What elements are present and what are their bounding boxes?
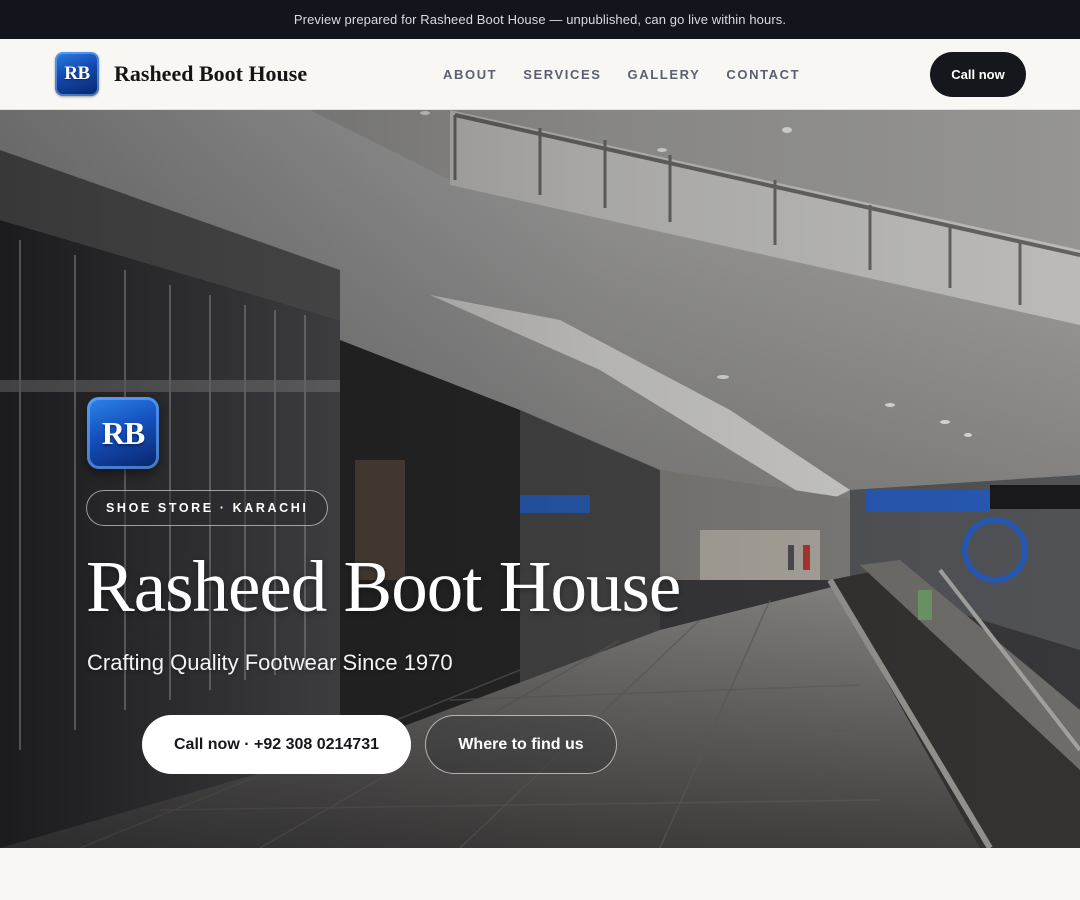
next-section bbox=[0, 848, 1080, 900]
hero-title: Rasheed Boot House bbox=[86, 546, 681, 627]
preview-banner-text: Preview prepared for Rasheed Boot House … bbox=[293, 12, 787, 27]
call-now-button[interactable]: Call now bbox=[930, 52, 1026, 97]
logo-icon: RB bbox=[55, 52, 99, 96]
nav-item-gallery[interactable]: GALLERY bbox=[628, 67, 701, 82]
hero-tagline: Crafting Quality Footwear Since 1970 bbox=[87, 650, 453, 675]
site-header: RB Rasheed Boot House ABOUT SERVICES GAL… bbox=[0, 39, 1080, 110]
category-badge: SHOE STORE · KARACHI bbox=[86, 490, 329, 526]
brand-name: Rasheed Boot House bbox=[114, 61, 308, 86]
nav-item-about[interactable]: ABOUT bbox=[443, 67, 497, 82]
preview-banner: Preview prepared for Rasheed Boot House … bbox=[0, 0, 1080, 39]
main-nav: ABOUT SERVICES GALLERY CONTACT bbox=[443, 39, 826, 109]
brand-home-link[interactable]: RB Rasheed Boot House bbox=[55, 52, 307, 96]
category-badge-label: SHOE STORE · KARACHI bbox=[106, 501, 309, 515]
nav-item-contact[interactable]: CONTACT bbox=[726, 67, 800, 82]
nav-item-services[interactable]: SERVICES bbox=[523, 67, 601, 82]
call-phone-button[interactable]: Call now · +92 308 0214731 bbox=[142, 715, 411, 774]
hero-section: RB SHOE STORE · KARACHI Rasheed Boot Hou… bbox=[0, 110, 1080, 848]
hero-logo-icon: RB bbox=[87, 397, 159, 469]
find-us-button[interactable]: Where to find us bbox=[425, 715, 617, 774]
